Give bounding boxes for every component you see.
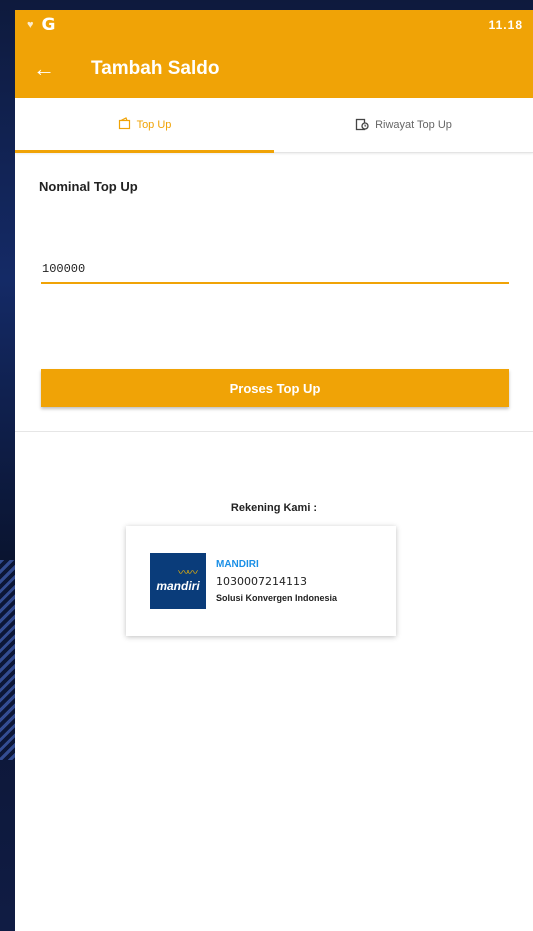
google-icon: G (41, 15, 56, 35)
app-bar: ← Tambah Saldo (15, 40, 533, 98)
logo-waves: 〰〰 (178, 567, 198, 579)
tab-bar: Top Up Riwayat Top Up (15, 98, 533, 153)
bank-info: MANDIRI 1030007214113 Solusi Konvergen I… (216, 559, 337, 603)
proses-top-up-button[interactable]: Proses Top Up (41, 369, 509, 407)
tab-riwayat-label: Riwayat Top Up (375, 119, 452, 131)
status-left-icons: ♥ G (27, 15, 56, 35)
mandiri-logo-icon: 〰〰 mandiri (150, 553, 206, 609)
status-time: 11.18 (488, 18, 523, 32)
nominal-input[interactable] (41, 256, 509, 282)
history-icon (355, 117, 369, 134)
logo-text: mandiri (156, 579, 200, 593)
topup-form: Nominal Top Up Proses Top Up (15, 179, 533, 407)
tab-riwayat-top-up[interactable]: Riwayat Top Up (274, 98, 533, 152)
account-holder: Solusi Konvergen Indonesia (216, 593, 338, 603)
status-bar: ♥ G 11.18 (15, 10, 533, 40)
rekening-title: Rekening Kami : (230, 502, 318, 514)
bank-account-card: 〰〰 mandiri MANDIRI 1030007214113 Solusi … (126, 526, 396, 636)
nominal-label: Nominal Top Up (39, 179, 138, 194)
bank-name: MANDIRI (216, 559, 259, 570)
wallet-icon (118, 117, 131, 133)
heart-icon: ♥ (27, 19, 34, 31)
phone-screen: ♥ G 11.18 ← Tambah Saldo Top Up Riwayat … (15, 10, 533, 931)
arrow-left-icon[interactable]: ← (33, 56, 73, 82)
section-divider (15, 431, 533, 432)
desktop-decoration (0, 560, 16, 760)
account-number: 1030007214113 (216, 575, 307, 588)
nominal-input-wrapper (41, 256, 509, 284)
page-title: Tambah Saldo (91, 58, 220, 79)
tab-top-up-label: Top Up (136, 119, 172, 131)
tab-top-up[interactable]: Top Up (15, 98, 274, 153)
